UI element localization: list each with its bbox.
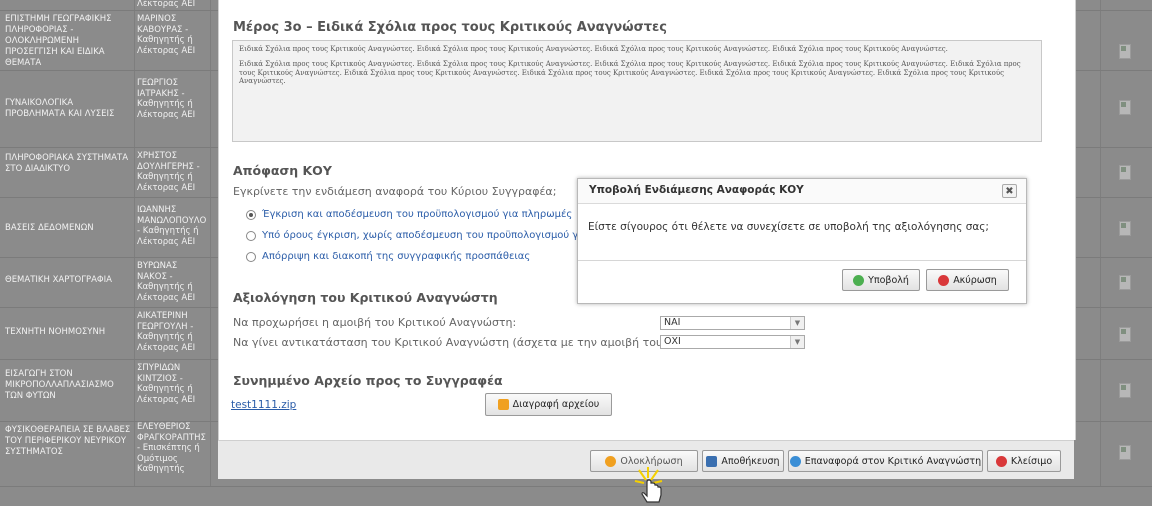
author-cell: ΕΛΕΥΘΕΡΙΟΣ ΦΡΑΓΚΟΡΑΠΤΗΣ - Επισκέπτης ή Ο… xyxy=(137,422,206,474)
radio-button[interactable] xyxy=(246,251,256,262)
return-label: Επαναφορά στον Κριτικό Αναγνώστη xyxy=(804,455,982,467)
dialog-title: Υποβολή Ενδιάμεσης Αναφοράς ΚΟΥ xyxy=(589,184,804,196)
option-label: Έγκριση και αποδέσμευση του προϋπολογισμ… xyxy=(262,209,573,220)
undo-arrow-icon xyxy=(789,455,801,467)
decision-option-conditional[interactable]: Υπό όρους έγκριση, χωρίς αποδέσμευση του… xyxy=(246,230,603,241)
attachment-title: Συνημμένο Αρχείο προς το Συγγραφέα xyxy=(233,373,503,388)
close-icon[interactable]: ✖ xyxy=(1002,184,1017,198)
author-cell: ΣΠΥΡΙΔΩΝ ΚΙΝΤΖΙΟΣ - Καθηγητής ή Λέκτορας… xyxy=(137,363,196,405)
save-label: Αποθήκευση xyxy=(721,455,780,467)
delete-file-label: Διαγραφή αρχείου xyxy=(512,399,600,410)
chevron-down-icon[interactable]: ▼ xyxy=(790,336,804,348)
course-cell: ΘΕΜΑΤΙΚΗ ΧΑΡΤΟΓΡΑΦΙΑ xyxy=(5,275,112,285)
decision-option-reject[interactable]: Απόρριψη και διακοπή της συγγραφικής προ… xyxy=(246,251,530,262)
close-circle-icon xyxy=(995,455,1007,467)
evaluation-title: Αξιολόγηση του Κριτικού Αναγνώστη xyxy=(233,290,498,305)
submit-button[interactable]: Υποβολή xyxy=(842,269,920,291)
section-title: Μέρος 3ο – Ειδικά Σχόλια προς τους Κριτι… xyxy=(233,20,667,35)
radio-button[interactable] xyxy=(246,209,256,220)
cancel-label: Ακύρωση xyxy=(953,274,997,286)
comments-textarea[interactable]: Ειδικά Σχόλια προς τους Κριτικούς Αναγνώ… xyxy=(232,40,1042,142)
return-to-reader-button[interactable]: Επαναφορά στον Κριτικό Αναγνώστη xyxy=(788,450,983,472)
course-cell: ΓΥΝΑΙΚΟΛΟΓΙΚΑ ΠΡΟΒΛΗΜΑΤΑ ΚΑΙ ΛΥΣΕΙΣ xyxy=(5,98,115,119)
author-cell: ΧΡΗΣΤΟΣ ΔΟΥΛΗΓΕΡΗΣ - Καθηγητής ή Λέκτορα… xyxy=(137,151,200,193)
course-cell: ΕΙΣΑΓΩΓΗ ΣΤΟΝ ΜΙΚΡΟΠΟΛΛΑΠΛΑΣΙΑΣΜΟ ΤΩΝ ΦΥ… xyxy=(5,369,114,401)
course-cell: ΠΛΗΡΟΦΟΡΙΑΚΑ ΣΥΣΤΗΜΑΤΑ ΣΤΟ ΔΙΑΔΙΚΤΥΟ xyxy=(5,153,129,174)
row-action-icon[interactable] xyxy=(1119,383,1131,398)
comments-paragraph: Ειδικά Σχόλια προς τους Κριτικούς Αναγνώ… xyxy=(239,59,1021,86)
chevron-down-icon[interactable]: ▼ xyxy=(790,317,804,329)
hand-cursor-icon xyxy=(634,467,663,503)
cancel-circle-icon xyxy=(938,274,950,286)
dialog-message: Είστε σίγουρος ότι θέλετε να συνεχίσετε … xyxy=(588,221,989,233)
decision-title: Απόφαση ΚΟΥ xyxy=(233,163,332,178)
course-cell: ΤΕΧΝΗΤΗ ΝΟΗΜΟΣΥΝΗ xyxy=(5,327,106,337)
course-cell: ΕΠΙΣΤΗΜΗ ΓΕΩΓΡΑΦΙΚΗΣ ΠΛΗΡΟΦΟΡΙΑΣ - ΟΛΟΚΛ… xyxy=(5,14,112,68)
row-action-icon[interactable] xyxy=(1119,44,1131,59)
row-action-icon[interactable] xyxy=(1119,327,1131,342)
decision-option-approve[interactable]: Έγκριση και αποδέσμευση του προϋπολογισμ… xyxy=(246,209,572,220)
check-circle-icon xyxy=(853,274,865,286)
submit-label: Υποβολή xyxy=(868,274,909,286)
course-cell: ΦΥΣΙΚΟΘΕΡΑΠΕΙΑ ΣΕ ΒΛΑΒΕΣ ΤΟΥ ΠΕΡΙΦΕΡΙΚΟΥ… xyxy=(5,425,131,457)
comments-paragraph: Ειδικά Σχόλια προς τους Κριτικούς Αναγνώ… xyxy=(239,45,948,53)
author-cell: ΒΥΡΩΝΑΣ ΝΑΚΟΣ - Καθηγητής ή Λέκτορας ΑΕΙ xyxy=(137,261,196,303)
option-label: Απόρριψη και διακοπή της συγγραφικής προ… xyxy=(262,251,531,262)
close-label: Κλείσιμο xyxy=(1010,455,1053,467)
cancel-button[interactable]: Ακύρωση xyxy=(926,269,1009,291)
confirm-dialog: Υποβολή Ενδιάμεσης Αναφοράς ΚΟΥ ✖ Είστε … xyxy=(577,178,1027,304)
attachment-link[interactable]: test1111.zip xyxy=(231,399,296,411)
author-cell: ΜΑΡΙΝΟΣ ΚΑΒΟΥΡΑΣ - Καθηγητής ή Λέκτορας … xyxy=(137,14,196,56)
select-value: ΝΑΙ xyxy=(664,317,681,328)
author-cell: Λέκτορας ΑΕΙ xyxy=(137,0,196,9)
row-action-icon[interactable] xyxy=(1119,100,1131,115)
floppy-disk-icon xyxy=(706,455,718,467)
decision-question: Εγκρίνετε την ενδιάμεση αναφορά του Κύρι… xyxy=(233,185,557,198)
row-action-icon[interactable] xyxy=(1119,275,1131,290)
delete-file-button[interactable]: Διαγραφή αρχείου xyxy=(485,393,612,416)
row-action-icon[interactable] xyxy=(1119,165,1131,180)
row-action-icon[interactable] xyxy=(1119,221,1131,236)
row-action-icon[interactable] xyxy=(1119,445,1131,460)
replacement-question: Να γίνει αντικατάσταση του Κριτικού Αναγ… xyxy=(233,336,667,349)
author-cell: ΑΙΚΑΤΕΡΙΝΗ ΓΕΩΡΓΟΥΛΗ - Καθηγητής ή Λέκτο… xyxy=(137,311,196,353)
payment-question: Να προχωρήσει η αμοιβή του Κριτικού Αναγ… xyxy=(233,316,517,329)
radio-button[interactable] xyxy=(246,230,256,241)
arrow-right-icon xyxy=(605,455,617,467)
complete-label: Ολοκλήρωση xyxy=(620,455,683,467)
replacement-select[interactable]: ΟΧΙ ▼ xyxy=(660,335,805,349)
dialog-header: Υποβολή Ενδιάμεσης Αναφοράς ΚΟΥ ✖ xyxy=(578,179,1026,204)
divider xyxy=(578,260,1026,261)
author-cell: ΓΕΩΡΓΙΟΣ ΙΑΤΡΑΚΗΣ - Καθηγητής ή Λέκτορας… xyxy=(137,78,196,120)
delete-file-icon xyxy=(497,399,509,410)
close-button[interactable]: Κλείσιμο xyxy=(987,450,1061,472)
payment-select[interactable]: ΝΑΙ ▼ xyxy=(660,316,805,330)
author-cell: ΙΩΑΝΝΗΣ ΜΑΝΩΛΟΠΟΥΛΟΣ - Καθηγητής ή Λέκτο… xyxy=(137,205,207,247)
select-value: ΟΧΙ xyxy=(664,336,681,347)
option-label: Υπό όρους έγκριση, χωρίς αποδέσμευση του… xyxy=(262,230,604,241)
save-button[interactable]: Αποθήκευση xyxy=(702,450,784,472)
course-cell: ΒΑΣΕΙΣ ΔΕΔΟΜΕΝΩΝ xyxy=(5,223,94,233)
